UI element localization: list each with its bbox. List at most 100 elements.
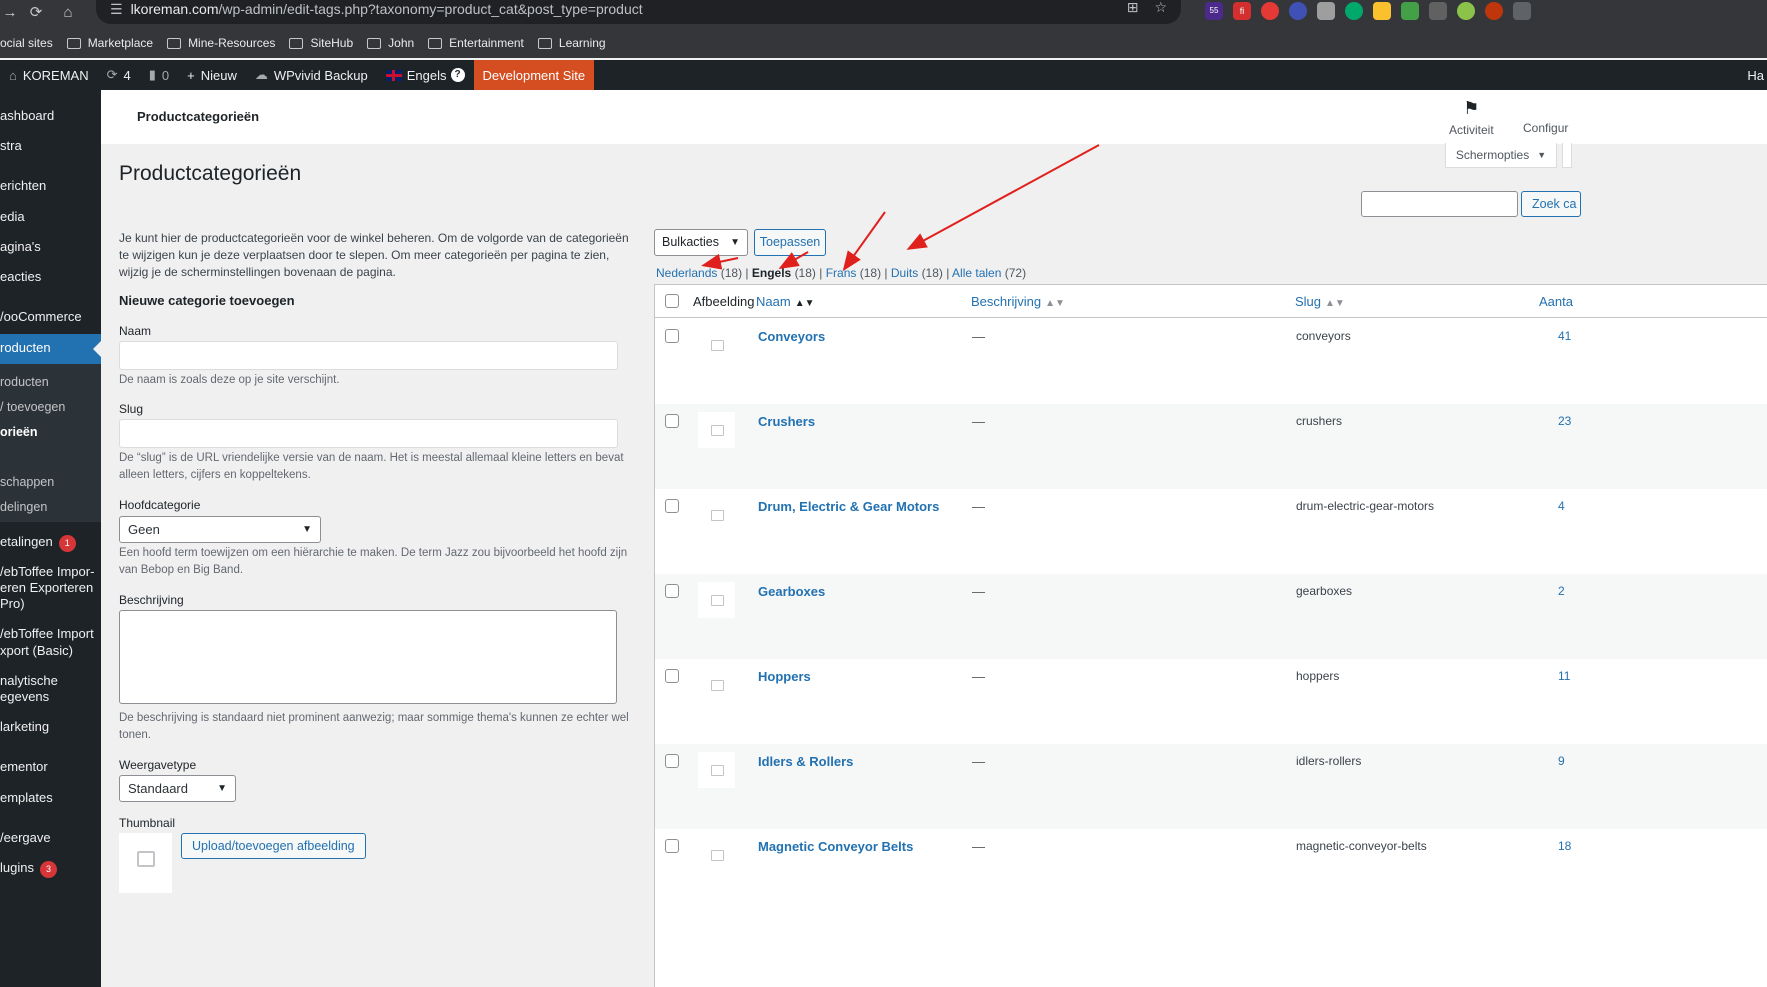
menu-media[interactable]: edia (0, 209, 25, 225)
row-count-link[interactable]: 2 (1558, 584, 1565, 598)
menu-payments[interactable]: etalingen 1 (0, 534, 76, 552)
row-checkbox[interactable] (665, 754, 679, 768)
search-input[interactable] (1361, 191, 1518, 217)
lang-filter-all[interactable]: Alle talen (952, 266, 1001, 280)
bookmark-folder[interactable]: Learning (537, 36, 606, 50)
menu-webtoffee-pro[interactable]: /ebToffee Impor- (0, 564, 94, 580)
menu-analytics[interactable]: nalytische (0, 673, 58, 689)
activity-button[interactable]: ⚑ Activiteit (1449, 98, 1494, 137)
select-all-checkbox[interactable] (665, 294, 679, 308)
translate-icon[interactable]: ⊞ (1127, 0, 1139, 16)
row-name-link[interactable]: Idlers & Rollers (758, 754, 853, 769)
row-checkbox[interactable] (665, 839, 679, 853)
bulk-actions-select[interactable]: Bulkacties ▼ (654, 229, 748, 256)
menu-pages[interactable]: agina's (0, 239, 41, 255)
admin-bar-account[interactable]: Ha (1738, 60, 1767, 90)
admin-bar-comments[interactable]: ▮ 0 (140, 60, 178, 90)
display-type-select[interactable]: Standaard ▼ (119, 775, 236, 802)
admin-bar-updates[interactable]: ⟳ 4 (98, 60, 140, 90)
description-textarea[interactable] (119, 610, 617, 704)
column-description[interactable]: Beschrijving ▲▼ (971, 294, 1065, 309)
row-checkbox[interactable] (665, 499, 679, 513)
search-button[interactable]: Zoek ca (1521, 191, 1581, 217)
row-count-link[interactable]: 4 (1558, 499, 1565, 513)
row-count-link[interactable]: 11 (1558, 669, 1570, 683)
apply-button[interactable]: Toepassen (754, 229, 826, 256)
column-count[interactable]: Aanta (1539, 294, 1573, 309)
row-name-link[interactable]: Magnetic Conveyor Belts (758, 839, 913, 854)
submenu-reviews[interactable]: delingen (0, 499, 47, 515)
menu-comments[interactable]: eacties (0, 269, 41, 285)
forward-icon[interactable]: → (0, 4, 20, 21)
slug-input[interactable] (119, 419, 618, 448)
row-name-link[interactable]: Crushers (758, 414, 815, 429)
row-count-link[interactable]: 23 (1558, 414, 1571, 428)
row-checkbox[interactable] (665, 414, 679, 428)
menu-plugins[interactable]: lugins 3 (0, 860, 57, 878)
admin-bar-site[interactable]: ⌂ KOREMAN (0, 60, 98, 90)
submenu-attributes[interactable]: schappen (0, 474, 54, 490)
site-info-icon[interactable]: ☰ (110, 1, 123, 18)
bookmark-folder[interactable]: Marketplace (66, 36, 153, 50)
admin-bar-language[interactable]: Engels? (377, 60, 474, 90)
lang-filter-nederlands[interactable]: Nederlands (656, 266, 717, 280)
extension-icon[interactable] (1289, 2, 1307, 20)
extension-icon[interactable] (1261, 2, 1279, 20)
address-bar[interactable]: ☰ lkoreman.com/wp-admin/edit-tags.php?ta… (96, 0, 1181, 24)
bookmark-folder[interactable]: Entertainment (428, 36, 524, 50)
bookmark-folder[interactable]: John (367, 36, 414, 50)
admin-bar-new[interactable]: + Nieuw (178, 60, 246, 90)
menu-elementor[interactable]: ementor (0, 759, 48, 775)
row-name-link[interactable]: Hoppers (758, 669, 811, 684)
bookmark-item[interactable]: ocial sites (0, 36, 53, 50)
column-slug[interactable]: Slug ▲▼ (1295, 294, 1345, 309)
row-name-link[interactable]: Conveyors (758, 329, 825, 344)
submenu-all-products[interactable]: roducten (0, 374, 49, 390)
menu-posts[interactable]: erichten (0, 178, 46, 194)
parent-select[interactable]: Geen ▼ (119, 516, 321, 543)
bookmark-folder[interactable]: SiteHub (289, 36, 353, 50)
menu-woocommerce[interactable]: /ooCommerce (0, 309, 82, 325)
row-count-link[interactable]: 41 (1558, 329, 1571, 343)
row-name-link[interactable]: Gearboxes (758, 584, 825, 599)
lang-filter-engels[interactable]: Engels (752, 266, 791, 280)
lang-filter-duits[interactable]: Duits (891, 266, 918, 280)
submenu-categories[interactable]: orieën (0, 424, 38, 440)
admin-bar-backup[interactable]: ☁ WPvivid Backup (246, 60, 377, 90)
reload-icon[interactable]: ⟳ (20, 3, 52, 21)
camera-icon[interactable] (1317, 2, 1335, 20)
menu-astra[interactable]: stra (0, 138, 22, 154)
upload-image-button[interactable]: Upload/toevoegen afbeelding (181, 833, 366, 859)
extension-icon[interactable] (1345, 2, 1363, 20)
extension-icon[interactable] (1401, 2, 1419, 20)
extension-icon[interactable] (1373, 2, 1391, 20)
menu-webtoffee-basic[interactable]: /ebToffee Import (0, 626, 94, 642)
extension-icon[interactable]: 55 (1205, 2, 1223, 20)
extensions-puzzle-icon[interactable] (1513, 2, 1531, 20)
home-icon[interactable]: ⌂ (52, 4, 84, 21)
screen-options-button[interactable]: Schermopties ▼ (1445, 143, 1557, 168)
bookmark-folder[interactable]: Mine-Resources (167, 36, 275, 50)
row-count-link[interactable]: 9 (1558, 754, 1565, 768)
menu-dashboard[interactable]: ashboard (0, 108, 54, 124)
development-site-badge[interactable]: Development Site (473, 60, 595, 90)
help-icon[interactable]: ? (450, 68, 465, 82)
row-checkbox[interactable] (665, 329, 679, 343)
extension-icon[interactable] (1457, 2, 1475, 20)
menu-templates[interactable]: emplates (0, 790, 53, 806)
extension-icon[interactable] (1429, 2, 1447, 20)
row-name-link[interactable]: Drum, Electric & Gear Motors (758, 499, 939, 514)
menu-appearance[interactable]: /eergave (0, 830, 51, 846)
menu-marketing[interactable]: larketing (0, 719, 49, 735)
help-tab-button[interactable] (1562, 143, 1572, 168)
menu-products[interactable]: roducten (0, 340, 51, 356)
extension-icon[interactable] (1485, 2, 1503, 20)
config-button[interactable]: Configur (1523, 121, 1568, 135)
row-count-link[interactable]: 18 (1558, 839, 1571, 853)
lang-filter-frans[interactable]: Frans (826, 266, 857, 280)
name-input[interactable] (119, 341, 618, 370)
row-checkbox[interactable] (665, 669, 679, 683)
submenu-add-new[interactable]: / toevoegen (0, 399, 65, 415)
column-name[interactable]: Naam ▲▼ (756, 294, 814, 309)
extension-icon[interactable]: fi (1233, 2, 1251, 20)
